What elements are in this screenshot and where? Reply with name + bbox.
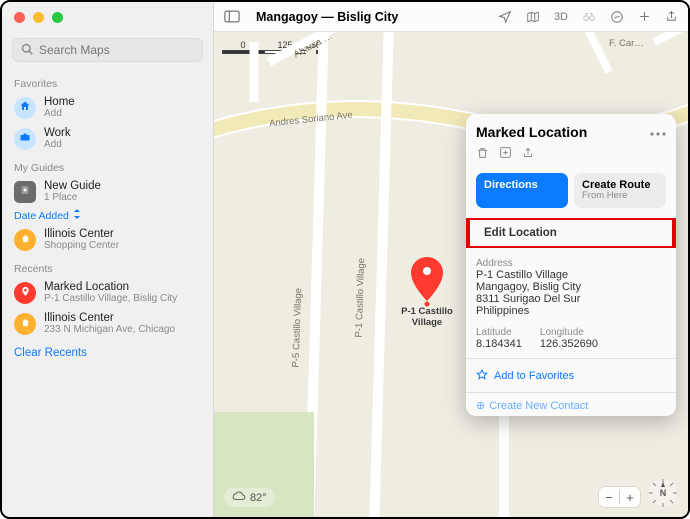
add-to-favorites-label: Add to Favorites xyxy=(494,370,574,382)
sidebar-item-sub: Add xyxy=(44,108,75,119)
binoculars-icon[interactable] xyxy=(580,8,598,26)
briefcase-icon xyxy=(19,131,31,146)
sidebar-item-work[interactable]: Work Add xyxy=(2,123,213,154)
zoom-control: − + xyxy=(599,487,640,507)
sidebar-item-recent-marked[interactable]: Marked Location P-1 Castillo Village, Bi… xyxy=(2,277,213,308)
create-new-contact-button[interactable]: ⊕ Create New Contact xyxy=(476,399,666,412)
delete-icon[interactable] xyxy=(476,146,489,163)
location-arrow-icon[interactable] xyxy=(496,8,514,26)
latitude-label: Latitude xyxy=(476,327,522,338)
address-line: P-1 Castillo Village xyxy=(476,269,666,281)
sidebar-item-new-guide[interactable]: New Guide 1 Place xyxy=(2,176,213,207)
pin-icon xyxy=(20,286,31,300)
3d-toggle[interactable]: 3D xyxy=(552,9,570,25)
page-title: Mangagoy — Bislig City xyxy=(256,10,398,24)
sidebar-item-label: Work xyxy=(44,127,71,139)
bag-icon xyxy=(20,233,31,247)
recents-header: Recents xyxy=(2,255,213,277)
cloud-icon xyxy=(232,491,246,504)
compass[interactable]: N xyxy=(646,476,680,513)
search-input-wrapper[interactable] xyxy=(12,38,203,62)
create-new-contact-label: Create New Contact xyxy=(489,400,588,412)
sidebar-item-guide-entry[interactable]: Illinois Center Shopping Center xyxy=(2,224,213,255)
route-circle-icon[interactable] xyxy=(608,8,626,26)
longitude-value: 126.352690 xyxy=(540,338,598,350)
sidebar-item-label: Illinois Center xyxy=(44,312,175,324)
sidebar-item-sub: Add xyxy=(44,139,71,150)
app-window: Favorites Home Add Work Add My Guides Ne… xyxy=(0,0,690,519)
map-pin[interactable] xyxy=(409,257,445,303)
more-icon[interactable] xyxy=(650,125,666,139)
directions-button[interactable]: Directions xyxy=(476,173,568,208)
fullscreen-window-button[interactable] xyxy=(52,12,63,23)
star-icon xyxy=(476,369,488,384)
sidebar-item-label: Marked Location xyxy=(44,281,177,293)
plus-icon[interactable] xyxy=(636,8,653,25)
zoom-out-button[interactable]: − xyxy=(599,487,619,507)
create-route-button[interactable]: Create Route From Here xyxy=(574,173,666,208)
zoom-in-button[interactable]: + xyxy=(620,487,640,507)
card-title: Marked Location xyxy=(476,124,650,140)
add-to-favorites-button[interactable]: Add to Favorites xyxy=(476,369,666,384)
address-line: Philippines xyxy=(476,305,666,317)
place-card: Marked Location Directions Create Route … xyxy=(466,114,676,416)
create-route-sub: From Here xyxy=(582,191,658,201)
longitude-label: Longitude xyxy=(540,327,598,338)
sidebar-item-sub: 233 N Michigan Ave, Chicago xyxy=(44,324,175,335)
sidebar-item-sub: 1 Place xyxy=(44,192,101,203)
search-icon xyxy=(21,43,33,58)
clear-recents-button[interactable]: Clear Recents xyxy=(2,339,213,367)
guide-icon xyxy=(19,184,31,199)
map-canvas[interactable]: 0 125 250 ft Andres Sor xyxy=(214,32,688,517)
sidebar-item-label: Home xyxy=(44,96,75,108)
pin-caption: P-1 Castillo Village xyxy=(392,306,462,328)
sidebar: Favorites Home Add Work Add My Guides Ne… xyxy=(2,2,214,517)
sidebar-item-label: Illinois Center xyxy=(44,228,119,240)
main-pane: Mangagoy — Bislig City 3D 0 125 250 ft xyxy=(214,2,688,517)
card-share-icon[interactable] xyxy=(522,146,534,163)
sidebar-item-sub: Shopping Center xyxy=(44,240,119,251)
bag-icon xyxy=(20,317,31,331)
sidebar-item-sub: P-1 Castillo Village, Bislig City xyxy=(44,293,177,304)
sidebar-item-label: New Guide xyxy=(44,180,101,192)
sidebar-toggle-icon[interactable] xyxy=(222,8,242,25)
date-added-label: Date Added xyxy=(14,210,69,222)
sidebar-item-home[interactable]: Home Add xyxy=(2,92,213,123)
weather-badge[interactable]: 82° xyxy=(224,488,275,507)
svg-text:N: N xyxy=(660,488,667,498)
address-label: Address xyxy=(476,258,666,269)
latitude-value: 8.184341 xyxy=(476,338,522,350)
edit-location-button[interactable]: Edit Location xyxy=(466,218,676,248)
address-line: Mangagoy, Bislig City xyxy=(476,281,666,293)
sidebar-item-recent-illinois[interactable]: Illinois Center 233 N Michigan Ave, Chic… xyxy=(2,308,213,339)
close-window-button[interactable] xyxy=(14,12,25,23)
share-icon[interactable] xyxy=(663,8,680,25)
toolbar: Mangagoy — Bislig City 3D xyxy=(214,2,688,32)
road-label-fcar: F. Car… xyxy=(609,38,644,49)
address-line: 8311 Surigao Del Sur xyxy=(476,293,666,305)
add-to-guide-icon[interactable] xyxy=(499,146,512,163)
window-controls xyxy=(2,2,213,32)
date-added-sort[interactable]: Date Added xyxy=(2,207,213,224)
map-mode-icon[interactable] xyxy=(524,8,542,26)
home-icon xyxy=(19,100,31,115)
favorites-header: Favorites xyxy=(2,70,213,92)
contact-plus-icon: ⊕ xyxy=(476,400,485,412)
sort-toggle-icon xyxy=(73,209,81,222)
guides-header: My Guides xyxy=(2,154,213,176)
search-input[interactable] xyxy=(39,43,194,57)
minimize-window-button[interactable] xyxy=(33,12,44,23)
weather-temp: 82° xyxy=(250,492,267,504)
